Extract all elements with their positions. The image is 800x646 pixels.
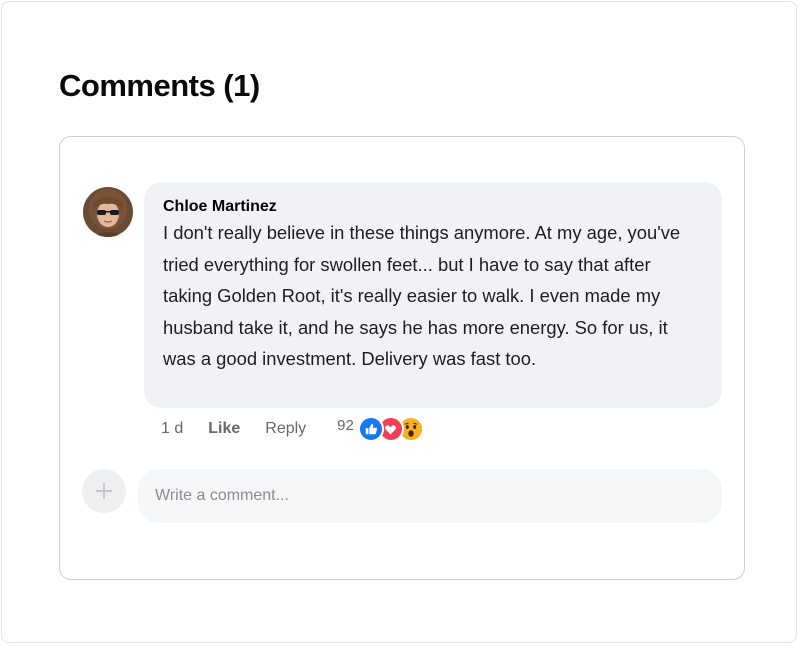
comments-card: Chloe Martinez I don't really believe in… (59, 136, 745, 580)
comment-timestamp[interactable]: 1 d (161, 420, 183, 438)
plus-icon[interactable] (82, 469, 126, 513)
page: Comments (1) Chloe Martinez I don't real… (1, 1, 797, 643)
comment-input[interactable] (138, 469, 722, 523)
comments-title: Comments (1) (59, 68, 260, 103)
like-button[interactable]: Like (208, 420, 240, 438)
comment-actions: 1 d Like Reply 92 (161, 416, 424, 442)
comment-author[interactable]: Chloe Martinez (163, 197, 704, 217)
reply-button[interactable]: Reply (265, 420, 306, 438)
avatar[interactable] (83, 187, 133, 237)
comment-bubble: Chloe Martinez I don't really believe in… (144, 182, 722, 408)
comment-text: I don't really believe in these things a… (163, 222, 681, 369)
like-icon (357, 416, 384, 442)
reactions-summary[interactable] (357, 416, 424, 442)
avatar-image (83, 187, 133, 237)
reaction-count[interactable]: 92 (337, 417, 354, 434)
